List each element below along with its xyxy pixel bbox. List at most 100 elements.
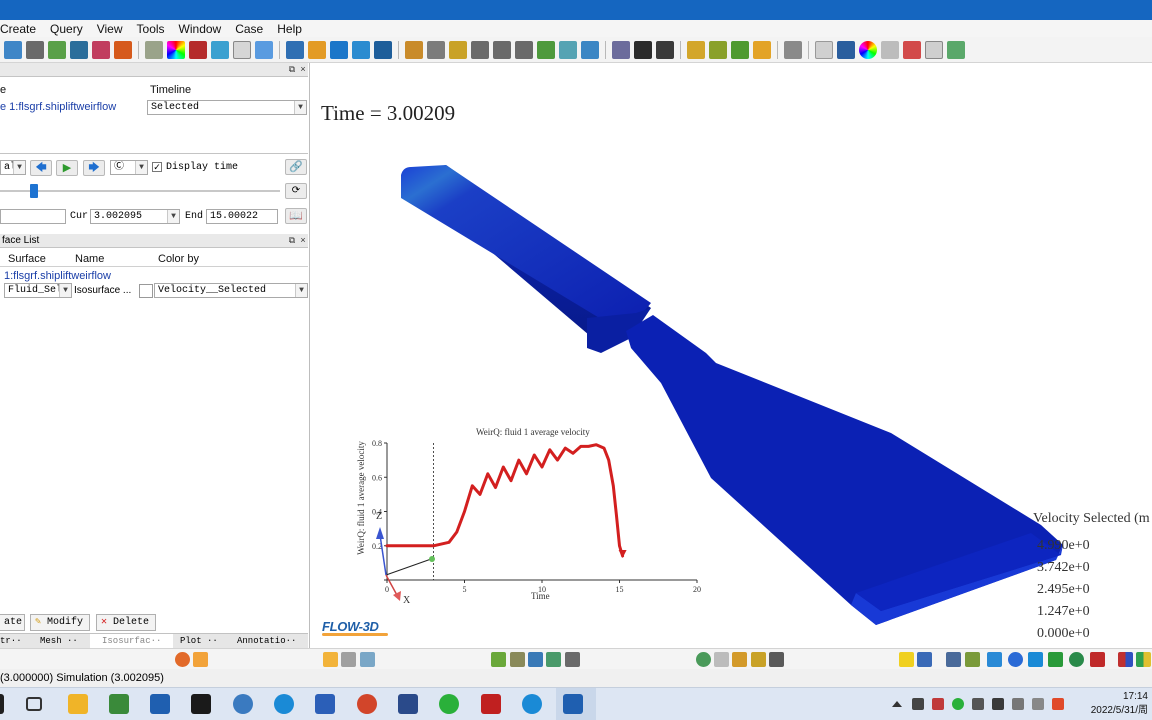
float-icon[interactable]: ⧉ xyxy=(287,235,297,246)
menu-view[interactable]: View xyxy=(90,22,130,36)
split-view-icon[interactable] xyxy=(352,40,370,59)
video-icon[interactable] xyxy=(634,40,652,59)
palette-grid-icon[interactable] xyxy=(1118,652,1133,667)
reset-view-icon[interactable] xyxy=(696,652,711,667)
float-icon[interactable]: ⧉ xyxy=(287,64,297,75)
menu-help[interactable]: Help xyxy=(270,22,309,36)
link-button[interactable]: 🔗 xyxy=(285,159,307,175)
probe-icon[interactable] xyxy=(92,40,110,59)
app-icon[interactable] xyxy=(109,694,129,714)
tile-icon[interactable] xyxy=(374,40,392,59)
line-plot-icon[interactable] xyxy=(189,40,207,59)
table-icon[interactable] xyxy=(145,40,163,59)
palette-icon[interactable] xyxy=(859,40,877,59)
animation-mode-select[interactable]: al ▼ xyxy=(0,160,26,175)
eye-icon[interactable] xyxy=(837,40,855,59)
probe-line-icon[interactable] xyxy=(528,652,543,667)
slice-icon[interactable] xyxy=(751,652,766,667)
app-icon[interactable] xyxy=(233,694,253,714)
file-explorer-icon[interactable] xyxy=(68,694,88,714)
move-view-icon[interactable] xyxy=(769,652,784,667)
tray-icon[interactable] xyxy=(932,698,944,710)
color-by-select[interactable]: Velocity__Selected ▼ xyxy=(154,283,308,298)
pan-icon[interactable] xyxy=(323,652,338,667)
tab-mesh[interactable]: Mesh ·· xyxy=(40,634,78,648)
fit-icon[interactable] xyxy=(537,40,555,59)
frame-icon[interactable] xyxy=(925,40,943,59)
probe-arrow-icon[interactable] xyxy=(546,652,561,667)
undo-icon[interactable] xyxy=(917,652,932,667)
acrobat-icon[interactable] xyxy=(481,694,501,714)
axis-x-icon[interactable] xyxy=(471,40,489,59)
powerpoint-icon[interactable] xyxy=(357,694,377,714)
axis-z-icon[interactable] xyxy=(515,40,533,59)
measure-tool-icon[interactable] xyxy=(565,652,580,667)
wifi-icon[interactable] xyxy=(1032,698,1044,710)
rotate-icon[interactable] xyxy=(449,40,467,59)
dimension-icon[interactable] xyxy=(946,652,961,667)
battery-icon[interactable] xyxy=(972,698,984,710)
modify-button[interactable]: ✎ Modify xyxy=(30,614,90,631)
menu-query[interactable]: Query xyxy=(43,22,90,36)
word-icon[interactable] xyxy=(315,694,335,714)
select-icon[interactable] xyxy=(341,652,356,667)
3d-viewport[interactable]: Time = 3.00209 WeirQ: fluid 1 average ve… xyxy=(311,63,1152,648)
surface-name[interactable]: Isosurface ... xyxy=(74,285,131,296)
camera-icon[interactable] xyxy=(656,40,674,59)
zoom-icon[interactable] xyxy=(559,40,577,59)
view-settings-icon[interactable] xyxy=(360,652,375,667)
current-time-field[interactable]: 3.002095 ▼ xyxy=(90,209,180,224)
globe-icon[interactable] xyxy=(1069,652,1084,667)
step-forward-button[interactable]: 🡆 xyxy=(83,160,105,176)
bar-chart-icon[interactable] xyxy=(687,40,705,59)
move-icon[interactable] xyxy=(427,40,445,59)
layout-grid-icon[interactable] xyxy=(286,40,304,59)
curve-icon[interactable] xyxy=(731,40,749,59)
close-icon[interactable]: × xyxy=(298,64,308,75)
flow3d-task-icon[interactable] xyxy=(563,694,583,714)
ruler-icon[interactable] xyxy=(48,40,66,59)
results-simulation-row[interactable]: e 1:flsgrf.shipliftweirflow xyxy=(0,101,116,113)
task-view-icon[interactable] xyxy=(26,697,42,711)
volume-icon[interactable] xyxy=(1012,698,1024,710)
book-button[interactable]: 📖 xyxy=(285,208,307,224)
sphere-icon[interactable] xyxy=(1008,652,1023,667)
tab-plot[interactable]: Plot ·· xyxy=(180,634,218,648)
open-icon[interactable] xyxy=(4,40,22,59)
arrow-diagonal-icon[interactable] xyxy=(1048,652,1063,667)
contour-icon[interactable] xyxy=(255,40,273,59)
app-icon[interactable] xyxy=(522,694,542,714)
start-icon[interactable] xyxy=(0,694,4,714)
app-icon[interactable] xyxy=(150,694,170,714)
input-method-icon[interactable] xyxy=(1052,698,1064,710)
time-slider-handle[interactable] xyxy=(29,184,38,198)
create-button[interactable]: ate xyxy=(0,614,25,631)
app-icon[interactable] xyxy=(398,694,418,714)
wechat-icon[interactable] xyxy=(439,694,459,714)
tools-icon[interactable] xyxy=(784,40,802,59)
display-time-checkbox[interactable]: ✓ xyxy=(152,162,162,172)
measure-icon[interactable] xyxy=(753,40,771,59)
plot-icon[interactable] xyxy=(211,40,229,59)
palette-grid-icon[interactable] xyxy=(1136,652,1151,667)
info-icon[interactable] xyxy=(899,652,914,667)
menu-case[interactable]: Case xyxy=(228,22,270,36)
end-time-field[interactable]: 15.00022 xyxy=(206,209,278,224)
camera-orange-icon[interactable] xyxy=(308,40,326,59)
loop-mode-select[interactable]: Ⓒ ▼ xyxy=(110,160,148,175)
cube-icon[interactable] xyxy=(709,40,727,59)
shield-icon[interactable] xyxy=(114,40,132,59)
light-icon[interactable] xyxy=(581,40,599,59)
render-icon[interactable] xyxy=(612,40,630,59)
close-icon[interactable]: × xyxy=(298,235,308,246)
tab-isosurface[interactable]: Isosurfac·· xyxy=(90,634,174,649)
record-icon[interactable] xyxy=(175,652,190,667)
tray-chevron-icon[interactable] xyxy=(892,701,902,707)
tab-geometry[interactable]: tr·· xyxy=(0,634,22,648)
axis-y-icon[interactable] xyxy=(493,40,511,59)
window-icon[interactable] xyxy=(330,40,348,59)
map-icon[interactable] xyxy=(903,40,921,59)
hand-icon[interactable] xyxy=(193,652,208,667)
rotate-view-icon[interactable] xyxy=(510,652,525,667)
menu-window[interactable]: Window xyxy=(172,22,229,36)
